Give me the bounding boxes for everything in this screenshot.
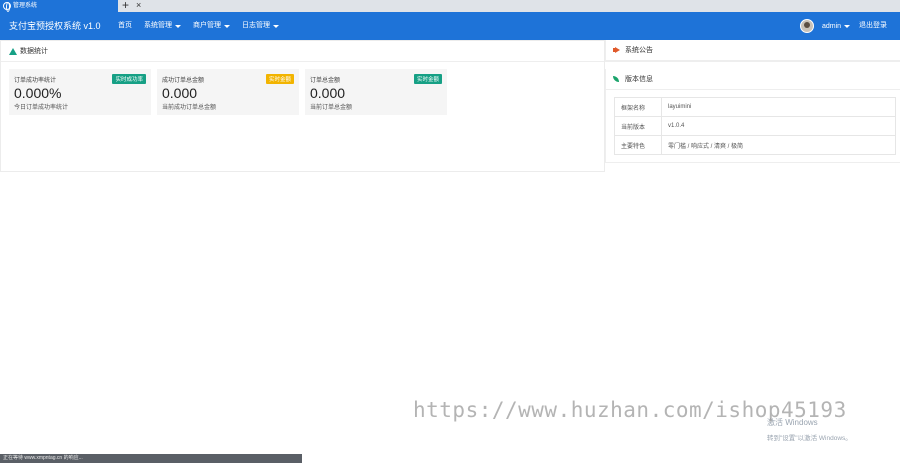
stat-card-success-rate: 订单成功率统计 实时成功率 0.000% 今日订单成功率统计 <box>9 69 151 115</box>
leaf-icon <box>613 76 619 82</box>
table-value: v1.0.4 <box>661 116 896 136</box>
activate-windows-subtitle: 转到"设置"以激活 Windows。 <box>767 435 852 442</box>
stat-card-subtitle: 当前订单总金额 <box>310 105 353 111</box>
stat-card-total-amount: 订单总金额 实时金额 0.000 当前订单总金额 <box>305 69 447 115</box>
notice-panel: 系统公告 <box>605 40 900 62</box>
version-panel-header: 版本信息 <box>606 69 900 90</box>
version-panel-title: 版本信息 <box>625 76 653 83</box>
nav-item-label: 首页 <box>118 22 132 29</box>
status-badge: 实时成功率 <box>112 74 146 84</box>
stat-card-subtitle: 今日订单成功率统计 <box>14 105 69 111</box>
stat-card-value: 0.000 <box>162 85 198 101</box>
table-key: 框架名称 <box>614 97 662 117</box>
globe-icon <box>3 2 11 12</box>
caret-down-icon <box>273 24 279 28</box>
new-tab-icon[interactable]: + <box>122 0 129 11</box>
avatar <box>800 19 814 33</box>
version-table: 框架名称 layuimini 当前版本 v1.0.4 主要特色 零门槛 / 响应… <box>614 97 896 155</box>
table-value: layuimini <box>661 97 896 117</box>
stat-card-success-amount: 成功订单总金额 实时金额 0.000 当前成功订单总金额 <box>157 69 299 115</box>
nav-item-label: 日志管理 <box>242 22 270 29</box>
browser-status-bar: 正在等待 www.xmpntag.cn 的响应... <box>0 454 302 463</box>
watermark-text: https://www.huzhan.com/ishop45193 <box>413 398 847 422</box>
notice-panel-header: 系统公告 <box>606 40 900 61</box>
notice-panel-title: 系统公告 <box>625 47 653 54</box>
top-nav: 首页 系统管理 商户管理 日志管理 <box>112 12 285 40</box>
nav-item-label: 系统管理 <box>144 22 172 29</box>
browser-tab[interactable]: 管理系统 <box>0 0 118 12</box>
nav-item-system[interactable]: 系统管理 <box>138 12 187 40</box>
stat-card-value: 0.000% <box>14 85 62 101</box>
status-badge: 实时金额 <box>413 74 442 84</box>
app-header: 支付宝预授权系统 v1.0 首页 系统管理 商户管理 日志管理 admin 退出… <box>0 12 900 40</box>
table-value: 零门槛 / 响应式 / 清爽 / 极简 <box>661 135 896 155</box>
caret-down-icon <box>175 24 181 28</box>
stats-panel: 数据统计 订单成功率统计 实时成功率 0.000% 今日订单成功率统计 成功订单… <box>0 40 605 172</box>
table-row: 主要特色 零门槛 / 响应式 / 清爽 / 极简 <box>614 135 896 155</box>
browser-tab-strip: 管理系统 × + <box>0 0 900 12</box>
table-key: 主要特色 <box>614 135 662 155</box>
table-key: 当前版本 <box>614 116 662 136</box>
stat-cards: 订单成功率统计 实时成功率 0.000% 今日订单成功率统计 成功订单总金额 实… <box>9 69 447 115</box>
close-tab-icon[interactable]: × <box>136 0 141 11</box>
megaphone-icon <box>613 47 620 53</box>
stats-panel-title: 数据统计 <box>20 48 48 55</box>
warning-icon <box>9 48 17 55</box>
version-panel: 版本信息 框架名称 layuimini 当前版本 v1.0.4 主要特色 零门槛… <box>605 69 900 163</box>
browser-tab-title: 管理系统 <box>13 3 38 9</box>
nav-item-home[interactable]: 首页 <box>112 12 138 40</box>
app-title: 支付宝预授权系统 v1.0 <box>9 21 101 31</box>
nav-item-merchant[interactable]: 商户管理 <box>187 12 236 40</box>
stat-card-value: 0.000 <box>310 85 346 101</box>
logout-link[interactable]: 退出登录 <box>859 12 887 40</box>
table-row: 当前版本 v1.0.4 <box>614 116 896 136</box>
table-row: 框架名称 layuimini <box>614 97 896 117</box>
caret-down-icon <box>224 24 230 28</box>
nav-item-label: 商户管理 <box>193 22 221 29</box>
caret-down-icon <box>844 24 851 28</box>
username: admin <box>822 22 842 30</box>
status-badge: 实时金额 <box>265 74 294 84</box>
stats-panel-header: 数据统计 <box>1 41 604 62</box>
stat-card-subtitle: 当前成功订单总金额 <box>162 105 217 111</box>
nav-item-logs[interactable]: 日志管理 <box>236 12 285 40</box>
user-menu[interactable]: admin <box>800 18 851 34</box>
